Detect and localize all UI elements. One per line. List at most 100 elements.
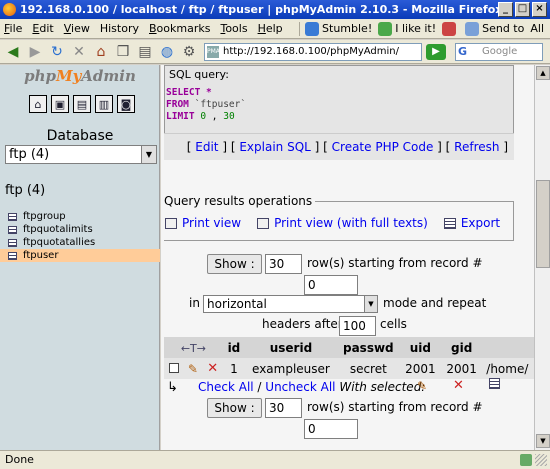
- phpmyadmin-logo[interactable]: phpMyAdmin: [0, 65, 160, 87]
- rows-count-input-bottom[interactable]: 30: [265, 398, 302, 418]
- checkbox-icon: [168, 362, 179, 373]
- sql-query-code: SELECT * FROM `ftpuser` LIMIT 0 , 30: [166, 87, 247, 122]
- column-header-passwd[interactable]: passwd: [336, 337, 400, 358]
- stop-icon[interactable]: ✕: [70, 43, 88, 61]
- close-button[interactable]: ×: [532, 2, 547, 17]
- print-icon[interactable]: ▤: [136, 43, 154, 61]
- table-item-ftpuser[interactable]: ftpuser: [0, 249, 160, 262]
- home-icon[interactable]: ⌂: [29, 95, 47, 113]
- minimize-button[interactable]: _: [498, 2, 513, 17]
- reload-icon[interactable]: ↻: [48, 43, 66, 61]
- display-mode-select[interactable]: horizontal ▼: [203, 295, 378, 313]
- sidebar-icon-row: ⌂ ▣ ▤ ▥ ◙: [29, 95, 139, 113]
- go-button[interactable]: ▶: [426, 44, 446, 60]
- addon-status-icon[interactable]: [520, 454, 532, 466]
- edit-link[interactable]: Edit: [195, 140, 218, 154]
- database-title[interactable]: ftp (4): [5, 183, 45, 198]
- all-dropdown[interactable]: All: [530, 22, 544, 35]
- create-php-link[interactable]: Create PHP Code: [332, 140, 434, 154]
- menu-bookmarks[interactable]: Bookmarks: [149, 22, 210, 35]
- table-item-ftpgroup[interactable]: ftpgroup: [0, 210, 160, 223]
- chevron-down-icon: ▼: [364, 296, 377, 312]
- start-record-input-bottom[interactable]: 0: [304, 419, 358, 439]
- cell-passwd: secret: [336, 358, 400, 379]
- menu-file[interactable]: File: [4, 22, 22, 35]
- check-all-link[interactable]: Check All: [198, 380, 254, 394]
- resize-grip-icon[interactable]: [535, 454, 547, 466]
- tools-icon[interactable]: ◍: [158, 43, 176, 61]
- cell-gid: 2001: [441, 358, 483, 379]
- phpmyadmin-sidebar: phpMyAdmin ⌂ ▣ ▤ ▥ ◙ Database ftp (4) ▼ …: [0, 65, 160, 450]
- print-view-full-link[interactable]: Print view (with full texts): [257, 216, 428, 230]
- print-view-link[interactable]: Print view: [165, 216, 241, 230]
- delete-icon: ✕: [207, 361, 219, 376]
- sql-window-icon[interactable]: ▣: [51, 95, 69, 113]
- vertical-scrollbar[interactable]: ▲ ▼: [534, 65, 550, 450]
- dislike-button[interactable]: [442, 21, 459, 36]
- repeat-headers-input[interactable]: 100: [339, 316, 376, 336]
- scroll-down-icon[interactable]: ▼: [536, 434, 550, 448]
- uncheck-all-link[interactable]: Uncheck All: [265, 380, 335, 394]
- table-icon: [8, 212, 17, 221]
- left-right-arrows-icon: ←T→: [180, 341, 206, 355]
- query-window-icon[interactable]: ▤: [73, 95, 91, 113]
- results-table: ←T→ id userid passwd uid gid ✎ ✕ 1 examp…: [164, 337, 534, 379]
- table-icon: [8, 251, 17, 260]
- like-button[interactable]: I like it!: [378, 21, 436, 36]
- sql-action-links: [ Edit ] [ Explain SQL ] [ Create PHP Co…: [164, 133, 514, 160]
- explain-sql-link[interactable]: Explain SQL: [239, 140, 311, 154]
- back-icon[interactable]: ◀: [4, 43, 22, 61]
- table-icon: [8, 225, 17, 234]
- search-input[interactable]: G Google: [455, 43, 543, 61]
- table-icon: [8, 238, 17, 247]
- mysql-docs-icon[interactable]: ◙: [117, 95, 135, 113]
- extension-icon[interactable]: ⚙: [180, 43, 198, 61]
- maximize-button[interactable]: □: [515, 2, 530, 17]
- stumble-icon: [305, 21, 320, 36]
- check-all-row: Check All / Uncheck All With selected:: [198, 380, 426, 394]
- table-item-ftpquotatallies[interactable]: ftpquotatallies: [0, 236, 160, 249]
- refresh-link[interactable]: Refresh: [454, 140, 499, 154]
- menu-edit[interactable]: Edit: [32, 22, 53, 35]
- scroll-up-icon[interactable]: ▲: [536, 66, 550, 80]
- rows-count-input[interactable]: 30: [265, 254, 302, 274]
- results-header-row: ←T→ id userid passwd uid gid: [164, 337, 534, 358]
- row-edit-button[interactable]: ✎: [183, 358, 203, 379]
- page-favicon-icon: PMA: [207, 46, 220, 58]
- column-toggle-arrows[interactable]: ←T→: [164, 337, 223, 358]
- bulk-export-icon[interactable]: [489, 378, 500, 389]
- export-link[interactable]: Export: [443, 216, 500, 230]
- print-icon: [165, 217, 177, 229]
- bookmark-icon[interactable]: ❒: [114, 43, 132, 61]
- database-select[interactable]: ftp (4) ▼: [5, 145, 157, 164]
- send-to-button[interactable]: Send to: [465, 21, 524, 36]
- menu-view[interactable]: View: [64, 22, 90, 35]
- stumble-button[interactable]: Stumble!: [305, 21, 372, 36]
- scroll-thumb[interactable]: [536, 180, 550, 268]
- table-row: ✎ ✕ 1 exampleuser secret 2001 2001 /home…: [164, 358, 534, 379]
- bulk-delete-icon[interactable]: ✕: [453, 378, 464, 393]
- forward-icon[interactable]: ▶: [26, 43, 44, 61]
- show-button-bottom[interactable]: Show :: [207, 398, 262, 418]
- column-header-uid[interactable]: uid: [399, 337, 441, 358]
- cells-text: cells: [380, 317, 407, 331]
- row-delete-button[interactable]: ✕: [202, 358, 223, 379]
- sql-query-legend: SQL query:: [167, 68, 231, 81]
- documentation-icon[interactable]: ▥: [95, 95, 113, 113]
- column-header-gid[interactable]: gid: [441, 337, 483, 358]
- address-bar[interactable]: PMA http://192.168.0.100/phpMyAdmin/: [204, 43, 422, 61]
- menu-history[interactable]: History: [100, 22, 139, 35]
- google-icon: G: [458, 45, 468, 58]
- thumbs-up-icon: [378, 21, 393, 36]
- column-header-id[interactable]: id: [222, 337, 245, 358]
- home-icon[interactable]: ⌂: [92, 43, 110, 61]
- menu-tools[interactable]: Tools: [220, 22, 247, 35]
- query-results-operations: Query results operations Print view Prin…: [164, 194, 514, 241]
- column-header-userid[interactable]: userid: [245, 337, 337, 358]
- table-item-ftpquotalimits[interactable]: ftpquotalimits: [0, 223, 160, 236]
- menu-help[interactable]: Help: [258, 22, 283, 35]
- show-button[interactable]: Show :: [207, 254, 262, 274]
- bulk-edit-icon[interactable]: ✎: [417, 379, 427, 393]
- row-checkbox[interactable]: [164, 358, 184, 379]
- start-record-input[interactable]: 0: [304, 275, 358, 295]
